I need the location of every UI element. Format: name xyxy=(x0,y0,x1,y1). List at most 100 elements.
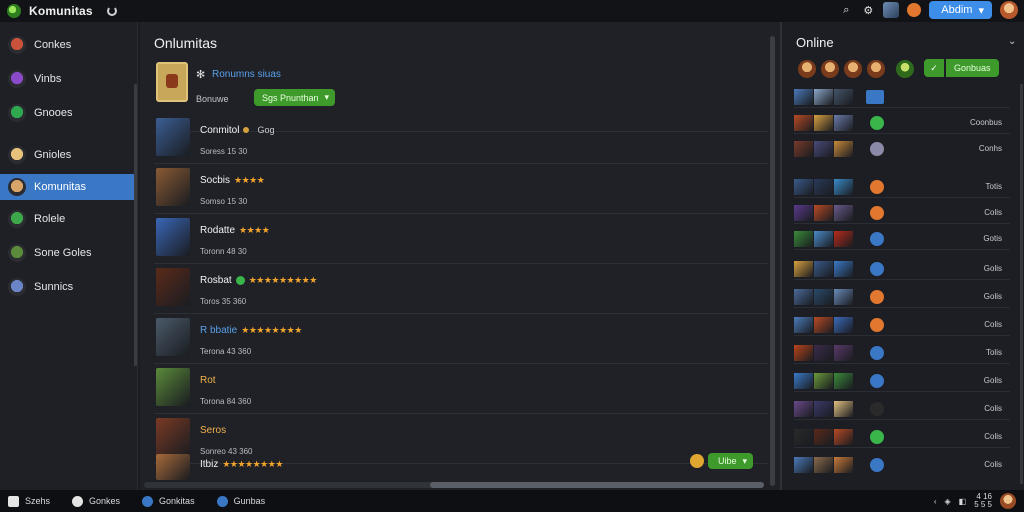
list-item-title: Rot xyxy=(200,375,216,386)
list-item[interactable]: R bbatie ★★★★★★★★ Terona 43 360 xyxy=(154,314,768,364)
online-action-button[interactable]: Gonbuas xyxy=(946,59,999,77)
friend-row[interactable]: Conhs xyxy=(794,138,1010,160)
main-vertical-scrollbar[interactable] xyxy=(770,36,775,486)
status-badge xyxy=(870,180,884,194)
online-scrollbar[interactable] xyxy=(1020,84,1023,484)
friend-status: Tolis xyxy=(985,348,1002,357)
sidebar-item[interactable]: Komunitas xyxy=(0,174,136,200)
check-icon[interactable]: ✓ xyxy=(924,59,944,77)
friend-thumbnail xyxy=(834,141,853,157)
search-icon[interactable]: ⌕ xyxy=(839,3,853,17)
rating-stars: ★★★★ xyxy=(234,175,265,185)
sidebar-item[interactable]: Gnooes xyxy=(0,100,136,126)
avatar[interactable] xyxy=(844,60,862,78)
friend-row[interactable]: Colis xyxy=(794,202,1010,224)
friend-thumbnail xyxy=(794,115,813,131)
row-action-button[interactable]: Uibe ▾ xyxy=(708,453,754,469)
friend-row[interactable]: Totis xyxy=(794,176,1010,198)
friend-status: Colis xyxy=(984,432,1002,441)
friend-thumbnail xyxy=(814,317,833,333)
taskbar-item[interactable]: Szehs xyxy=(8,495,51,507)
friend-thumbnails xyxy=(794,345,853,361)
game-thumbnail xyxy=(156,368,190,406)
network-icon[interactable]: ◈ xyxy=(944,497,950,506)
friend-row[interactable]: Colis xyxy=(794,454,1010,476)
sidebar-item[interactable]: Sunnics xyxy=(0,274,136,300)
account-button-label: Abdim xyxy=(941,4,973,16)
friend-row[interactable]: Tolis xyxy=(794,342,1010,364)
sidebar-item[interactable]: Vinbs xyxy=(0,66,136,92)
account-button[interactable]: Abdim ▾ xyxy=(929,1,992,19)
avatar[interactable] xyxy=(896,60,914,78)
friend-thumbnail xyxy=(834,89,853,105)
chevron-left-icon[interactable]: ‹ xyxy=(934,497,937,506)
taskbar-item[interactable]: Gonkitas xyxy=(142,495,195,507)
chevron-down-icon[interactable]: ⌄ xyxy=(1008,36,1016,47)
list-item[interactable]: Rot Torona 84 360 xyxy=(154,364,768,414)
profile-thumbnail[interactable] xyxy=(883,2,900,18)
friend-thumbnail xyxy=(814,345,833,361)
user-avatar[interactable] xyxy=(1000,1,1018,19)
list-item-meta: Terona 43 360 xyxy=(200,347,252,356)
game-thumbnail xyxy=(156,318,190,356)
sync-icon[interactable] xyxy=(106,6,117,16)
friend-thumbnail xyxy=(814,401,833,417)
friend-row[interactable]: Colis xyxy=(794,426,1010,448)
list-item[interactable]: Conmitol Gog Soress 15 30 xyxy=(154,114,768,164)
avatar[interactable] xyxy=(867,60,885,78)
sidebar-item-label: Sone Goles xyxy=(34,247,92,259)
friend-row[interactable]: Coonbus xyxy=(794,112,1010,134)
sidebar-item[interactable]: Conkes xyxy=(0,32,136,58)
list-item[interactable]: Rodatte ★★★★ Toronn 48 30 xyxy=(154,214,768,264)
friend-row[interactable]: Golis xyxy=(794,258,1010,280)
sidebar-item[interactable]: Gnioles xyxy=(0,142,136,168)
list-item-name: Itbiz xyxy=(200,459,219,470)
sidebar-item-label: Komunitas xyxy=(34,181,86,193)
sidebar-scrollbar[interactable] xyxy=(134,84,137,366)
featured-thumbnail xyxy=(156,62,188,102)
friend-row[interactable]: Colis xyxy=(794,398,1010,420)
list-item-name: Seros xyxy=(200,425,227,436)
rating-stars: ★★★★★★★★★ xyxy=(248,275,318,285)
friend-row[interactable]: Colis xyxy=(794,314,1010,336)
scrollbar-thumb[interactable] xyxy=(430,482,764,488)
friend-row[interactable]: Golis xyxy=(794,370,1010,392)
friend-thumbnail xyxy=(794,345,813,361)
system-tray: ‹ ◈ ◧ 4 16 5 5 5 xyxy=(934,493,1016,509)
online-panel: Online ⌄ ✓ Gonbuas Coonbus Conhs Totis Coli… xyxy=(780,22,1024,490)
friend-thumbnail xyxy=(794,429,813,445)
main-horizontal-scrollbar[interactable] xyxy=(144,482,764,488)
taskbar-item[interactable]: Gonkes xyxy=(72,495,120,507)
notification-icon[interactable] xyxy=(907,3,922,17)
sidebar-item[interactable]: Sone Goles xyxy=(0,240,136,266)
friend-thumbnail xyxy=(794,317,813,333)
friend-row[interactable]: Golis xyxy=(794,286,1010,308)
sidebar-item-label: Gnioles xyxy=(34,149,72,161)
friend-thumbnail xyxy=(794,261,813,277)
taskbar-label: Gunbas xyxy=(233,496,266,506)
friend-row[interactable]: Gotis xyxy=(794,228,1010,250)
game-thumbnail xyxy=(156,454,190,480)
settings-icon[interactable]: ⚙ xyxy=(861,3,875,17)
list-item[interactable]: Rosbat ★★★★★★★★★ Toros 35 360 xyxy=(154,264,768,314)
volume-icon[interactable]: ◧ xyxy=(959,497,967,506)
status-badge xyxy=(870,142,884,156)
featured-badge-button[interactable]: Sgs Pnunthan ▾ xyxy=(254,89,336,106)
taskbar-item[interactable]: Gunbas xyxy=(216,495,266,507)
avatar[interactable] xyxy=(821,60,839,78)
avatar[interactable] xyxy=(798,60,816,78)
status-dot xyxy=(243,127,250,134)
sidebar-item[interactable]: Rolele xyxy=(0,206,136,232)
main-panel: Onlumitas ✻ Ronumns siuas Bonuwe Sgs Pnu… xyxy=(140,22,780,490)
friend-row[interactable] xyxy=(794,86,1010,108)
user-avatar[interactable] xyxy=(1000,493,1016,509)
friend-status: Conhs xyxy=(978,144,1002,153)
status-badge xyxy=(870,402,884,416)
friend-thumbnail xyxy=(794,179,813,195)
sidebar-item-label: Gnooes xyxy=(34,107,73,119)
list-item[interactable]: Socbis ★★★★ Somso 15 30 xyxy=(154,164,768,214)
friend-thumbnail xyxy=(834,345,853,361)
taskbar-label: Szehs xyxy=(25,496,51,506)
list-item-name: Rosbat xyxy=(200,275,232,286)
list-item[interactable]: Itbiz ★★★★★★★★ Uibe ▾ xyxy=(154,452,768,482)
